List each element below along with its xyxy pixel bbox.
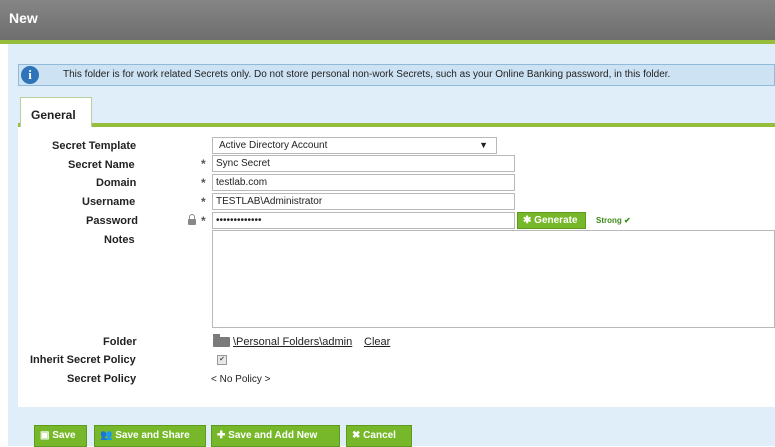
domain-input[interactable]: testlab.com — [212, 174, 515, 191]
check-icon: ✔ — [624, 216, 631, 225]
secret-template-select[interactable]: Active Directory Account ▼ — [212, 137, 497, 154]
inherit-policy-label: Inherit Secret Policy — [30, 354, 136, 366]
notes-textarea[interactable] — [212, 230, 775, 328]
inherit-policy-checkbox[interactable]: ✔ — [217, 355, 227, 365]
save-and-share-button[interactable]: 👥 Save and Share — [94, 425, 206, 447]
generate-button[interactable]: ✱ Generate — [517, 212, 586, 229]
plus-icon: ✚ — [217, 430, 226, 441]
save-icon: ▣ — [40, 430, 50, 441]
domain-label: Domain — [96, 177, 137, 189]
save-and-add-new-button[interactable]: ✚ Save and Add New — [211, 425, 340, 447]
folder-path-link[interactable]: \Personal Folders\admin — [233, 336, 352, 348]
dropdown-arrow-icon: ▼ — [479, 140, 488, 150]
secret-template-value: Active Directory Account — [219, 140, 328, 151]
gear-icon: ✱ — [523, 215, 532, 226]
secret-name-input[interactable]: Sync Secret — [212, 155, 515, 172]
password-input[interactable]: ••••••••••••• — [212, 212, 515, 229]
save-share-label: Save and Share — [115, 430, 190, 441]
folder-label: Folder — [103, 336, 137, 348]
required-marker: * — [201, 195, 206, 209]
info-message: This folder is for work related Secrets … — [63, 69, 671, 80]
required-marker: * — [201, 157, 206, 171]
generate-label: Generate — [534, 215, 578, 226]
users-icon: 👥 — [100, 430, 113, 441]
lock-icon[interactable] — [188, 214, 196, 225]
save-button[interactable]: ▣ Save — [34, 425, 87, 447]
info-icon: i — [21, 66, 39, 84]
password-label: Password — [86, 215, 138, 227]
required-marker: * — [201, 176, 206, 190]
save-label: Save — [52, 430, 76, 441]
notes-label: Notes — [104, 234, 135, 246]
cancel-button[interactable]: ✖ Cancel — [346, 425, 412, 447]
folder-icon — [213, 334, 230, 347]
username-input[interactable]: TESTLAB\Administrator — [212, 193, 515, 210]
info-banner: i This folder is for work related Secret… — [18, 64, 775, 86]
secret-name-label: Secret Name — [68, 159, 135, 171]
window-title: New — [9, 10, 38, 26]
password-strength: Strong ✔ — [596, 216, 631, 225]
secret-policy-value: < No Policy > — [211, 374, 271, 385]
secret-policy-label: Secret Policy — [67, 373, 137, 385]
required-marker: * — [201, 214, 206, 228]
close-icon: ✖ — [352, 430, 361, 441]
folder-clear-link[interactable]: Clear — [364, 336, 390, 348]
secret-template-label: Secret Template — [52, 140, 137, 152]
strength-text: Strong — [596, 216, 622, 225]
tab-bar: General — [18, 97, 775, 127]
tab-general[interactable]: General — [20, 97, 92, 127]
cancel-label: Cancel — [363, 430, 396, 441]
username-label: Username — [82, 196, 136, 208]
window-titlebar: New — [0, 0, 775, 44]
save-add-new-label: Save and Add New — [228, 430, 318, 441]
